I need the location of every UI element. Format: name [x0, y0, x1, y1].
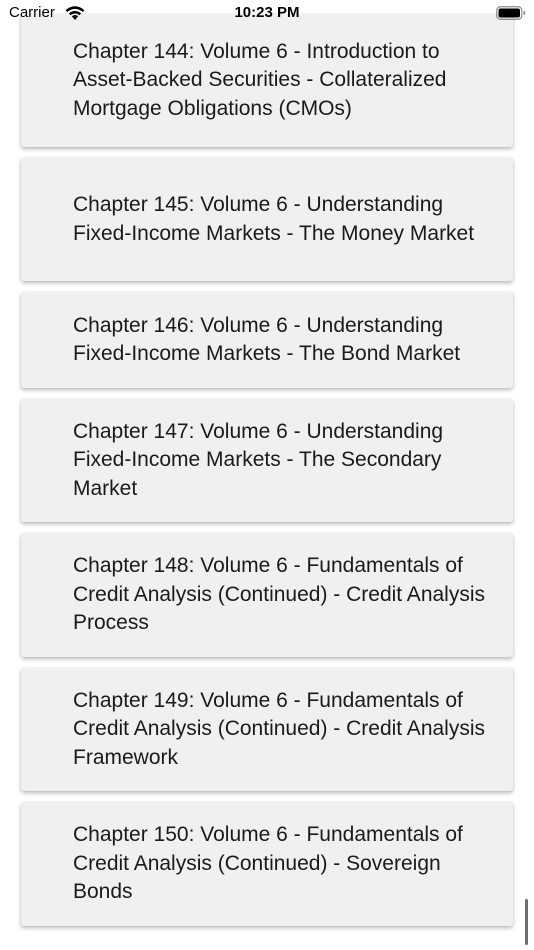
chapter-card-145[interactable]: Chapter 145: Volume 6 - Understanding Fi…: [21, 158, 513, 281]
chapter-card-150[interactable]: Chapter 150: Volume 6 - Fundamentals of …: [21, 802, 513, 926]
status-bar: Carrier 10:23 PM: [0, 0, 534, 26]
scroll-indicator[interactable]: [525, 899, 528, 945]
chapter-title: Chapter 149: Volume 6 - Fundamentals of …: [73, 688, 486, 769]
chapter-title: Chapter 148: Volume 6 - Fundamentals of …: [73, 554, 486, 635]
chapter-title: Chapter 146: Volume 6 - Understanding Fi…: [73, 313, 461, 366]
battery-icon: [496, 6, 526, 20]
chapter-card-149[interactable]: Chapter 149: Volume 6 - Fundamentals of …: [21, 668, 513, 791]
chapter-title: Chapter 145: Volume 6 - Understanding Fi…: [73, 193, 475, 245]
chapter-card-147[interactable]: Chapter 147: Volume 6 - Understanding Fi…: [21, 399, 513, 522]
chapter-list-screen: Chapter 144: Volume 6 - Introduction to …: [0, 0, 534, 950]
chapter-title: Chapter 150: Volume 6 - Fundamentals of …: [73, 823, 463, 904]
chapter-card-146[interactable]: Chapter 146: Volume 6 - Understanding Fi…: [21, 292, 513, 388]
chapter-card-148[interactable]: Chapter 148: Volume 6 - Fundamentals of …: [21, 533, 513, 657]
chapter-title: Chapter 144: Volume 6 - Introduction to …: [73, 39, 447, 120]
chapter-title: Chapter 147: Volume 6 - Understanding Fi…: [73, 419, 444, 500]
status-time: 10:23 PM: [234, 4, 300, 21]
chapter-card-144[interactable]: Chapter 144: Volume 6 - Introduction to …: [21, 14, 513, 147]
